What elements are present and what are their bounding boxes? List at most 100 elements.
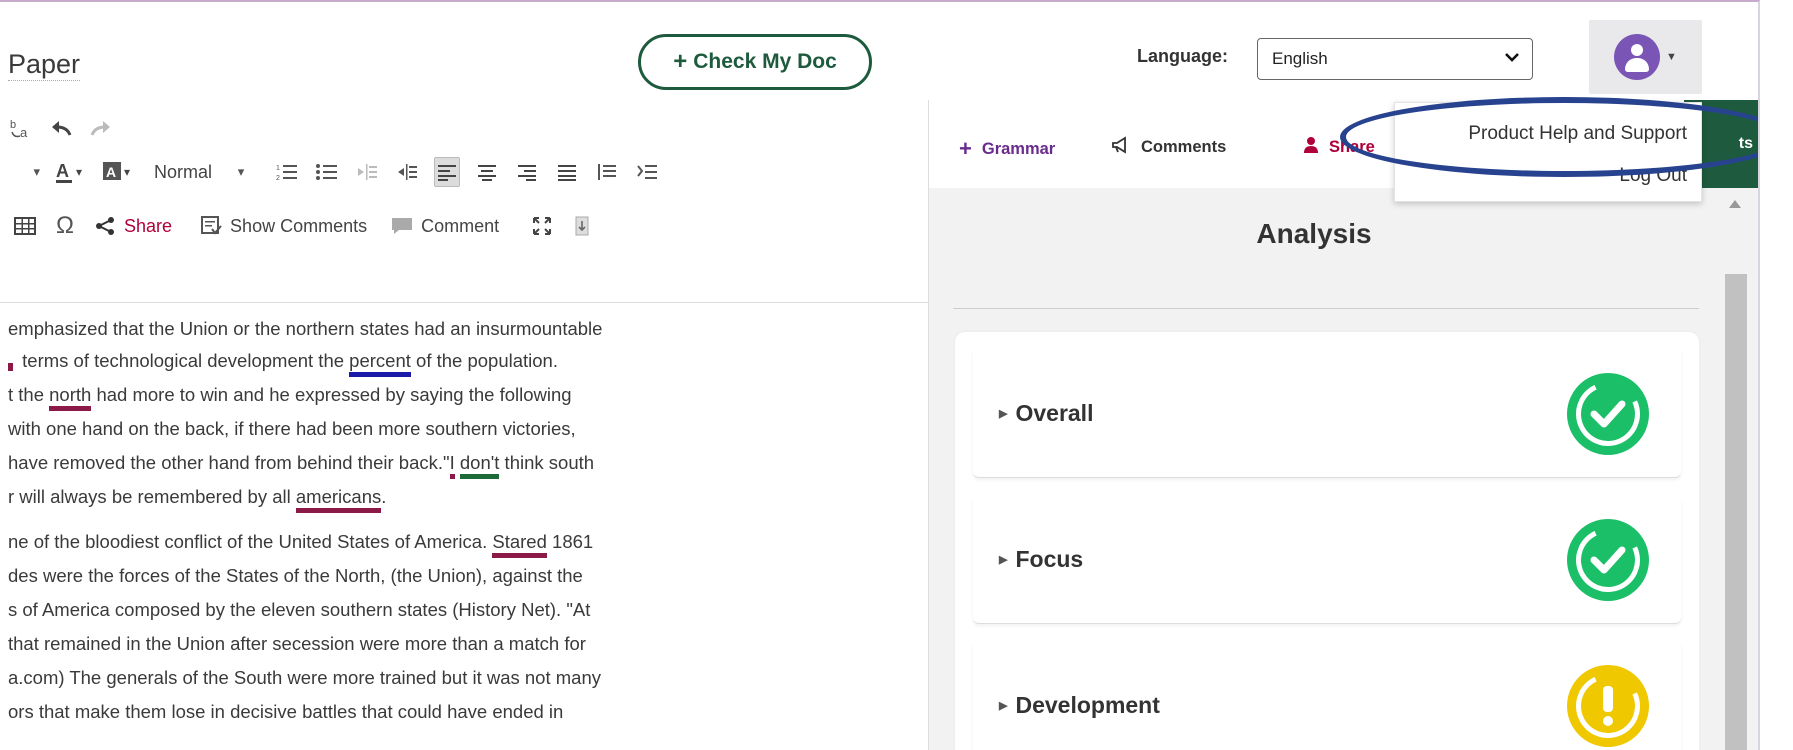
text-run: think south	[499, 452, 595, 473]
bulleted-list-icon[interactable]	[314, 157, 340, 187]
check-my-doc-button[interactable]: + Check My Doc	[638, 34, 872, 90]
document-text-line: emphasized that the Union or the norther…	[8, 316, 602, 342]
flagged-word[interactable]: Stared	[492, 531, 547, 558]
document-text-line: s of America composed by the eleven sout…	[8, 597, 590, 623]
menu-item-log-out[interactable]: Log Out	[1619, 165, 1687, 187]
analysis-card-list: ▶ Overall ▶ Focus ▶ Development	[955, 332, 1699, 750]
flagged-word[interactable]: don't	[459, 452, 500, 479]
analysis-item-development[interactable]: ▶ Development	[973, 640, 1681, 750]
document-editor: ba ▾ A ▾ A ▾ Normal ▾ 12 Ω Share Show Co…	[0, 100, 928, 750]
text-run: had more to win and he expressed by sayi…	[91, 384, 572, 405]
language-selected-value: English	[1272, 49, 1328, 68]
document-text-line: r will always be remembered by all ameri…	[8, 484, 387, 513]
document-title[interactable]: Paper	[8, 48, 81, 81]
text-run: des were the forces of the States of the…	[8, 565, 583, 586]
document-text-line: a.com) The generals of the South were mo…	[8, 665, 601, 691]
toolbar-row-2: ▾ A ▾ A ▾ Normal ▾ 12	[0, 152, 674, 192]
increase-indent-icon[interactable]	[394, 157, 420, 187]
font-size-dropdown-icon[interactable]: ▾	[0, 157, 40, 187]
show-comments-icon[interactable]	[198, 211, 224, 241]
export-icon[interactable]	[569, 211, 595, 241]
document-text-line: t the north had more to win and he expre…	[8, 382, 572, 411]
text-run: .	[381, 486, 387, 507]
analysis-item-overall[interactable]: ▶ Overall	[973, 348, 1681, 478]
document-text-line: that remained in the Union after secessi…	[8, 631, 586, 657]
scroll-up-icon[interactable]	[1729, 200, 1741, 208]
caret-down-icon: ▼	[1666, 51, 1677, 63]
document-text-line: ors that make them lose in decisive batt…	[8, 699, 563, 725]
tab-results-label: ts	[1738, 135, 1753, 152]
redo-icon[interactable]	[88, 113, 114, 143]
analysis-item-label: Overall	[1015, 400, 1094, 426]
tab-grammar[interactable]: + Grammar	[959, 136, 1055, 162]
svg-text:2: 2	[276, 175, 280, 182]
scrollbar-thumb[interactable]	[1725, 274, 1747, 750]
toolbar-row-3: Ω Share Show Comments Comment	[12, 206, 609, 246]
svg-text:▾: ▾	[76, 165, 82, 179]
share-icon[interactable]	[92, 211, 118, 241]
toolbar-row-1: ba	[8, 108, 128, 148]
user-dropdown-menu: Product Help and Support Log Out	[1394, 102, 1702, 202]
megaphone-icon	[1111, 136, 1131, 159]
caret-right-icon: ▶	[999, 554, 1008, 566]
check-my-doc-label: Check My Doc	[693, 50, 837, 73]
comment-label[interactable]: Comment	[421, 216, 499, 237]
analysis-item-focus[interactable]: ▶ Focus	[973, 494, 1681, 624]
text-run: of the population.	[410, 350, 558, 371]
top-header: Paper + Check My Doc Language: English ▼	[0, 2, 1758, 100]
flagged-word[interactable]: I	[449, 452, 455, 479]
tab-comments[interactable]: Comments	[1111, 136, 1226, 159]
style-dropdown-icon[interactable]: ▾	[228, 157, 254, 187]
language-select[interactable]: English	[1257, 38, 1533, 80]
tab-share[interactable]: Share	[1303, 136, 1375, 159]
tab-share-label: Share	[1329, 138, 1375, 156]
comment-icon[interactable]	[389, 211, 415, 241]
numbered-list-icon[interactable]: 12	[274, 157, 300, 187]
chevron-down-icon	[1504, 50, 1520, 68]
show-comments-label[interactable]: Show Comments	[230, 216, 367, 237]
table-icon[interactable]	[12, 211, 38, 241]
language-label: Language:	[1137, 46, 1229, 66]
document-text-line: with one hand on the back, if there had …	[8, 416, 576, 442]
plus-icon: +	[959, 136, 972, 161]
block-quote-icon[interactable]	[594, 157, 620, 187]
special-character-icon[interactable]: Ω	[52, 211, 78, 241]
document-text-line: terms of technological development the p…	[8, 348, 558, 377]
svg-text:b: b	[10, 119, 16, 131]
tab-comments-label: Comments	[1141, 138, 1227, 156]
line-height-icon[interactable]	[634, 157, 660, 187]
undo-icon[interactable]	[48, 113, 74, 143]
flagged-word[interactable]: north	[49, 384, 92, 411]
align-center-icon[interactable]	[474, 157, 500, 187]
share-label[interactable]: Share	[124, 216, 172, 237]
checkmark-icon	[1566, 372, 1650, 456]
document-text-line: des were the forces of the States of the…	[8, 563, 583, 589]
text-run: ne of the bloodiest conflict of the Unit…	[8, 531, 493, 552]
flagged-word[interactable]: percent	[349, 350, 411, 377]
decrease-indent-icon[interactable]	[354, 157, 380, 187]
user-menu-button[interactable]: ▼	[1589, 20, 1702, 94]
app-window: Paper + Check My Doc Language: English ▼…	[0, 0, 1760, 750]
align-justify-icon[interactable]	[554, 157, 580, 187]
align-right-icon[interactable]	[514, 157, 540, 187]
document-text-line: ne of the bloodiest conflict of the Unit…	[8, 529, 594, 558]
warning-icon	[1566, 664, 1650, 748]
fullscreen-icon[interactable]	[529, 211, 555, 241]
flagged-word[interactable]: americans	[295, 486, 382, 513]
checkmark-icon	[1566, 518, 1650, 602]
text-run: 1861	[546, 531, 594, 552]
svg-text:a: a	[20, 125, 28, 140]
svg-text:A: A	[56, 161, 69, 181]
text-run: r will always be remembered by all	[8, 486, 296, 507]
text-run: that remained in the Union after secessi…	[8, 633, 586, 654]
panel-scrollbar[interactable]	[1722, 188, 1748, 750]
align-left-icon[interactable]	[434, 157, 461, 187]
paragraph-style-value[interactable]: Normal	[154, 162, 212, 183]
background-color-icon[interactable]: A ▾	[102, 157, 136, 187]
find-replace-icon[interactable]: ba	[8, 113, 34, 143]
menu-item-product-help[interactable]: Product Help and Support	[1468, 123, 1687, 145]
font-color-icon[interactable]: A ▾	[54, 157, 88, 187]
text-run: t the	[8, 384, 50, 405]
text-run: s of America composed by the eleven sout…	[8, 599, 591, 620]
caret-right-icon: ▶	[999, 700, 1008, 712]
